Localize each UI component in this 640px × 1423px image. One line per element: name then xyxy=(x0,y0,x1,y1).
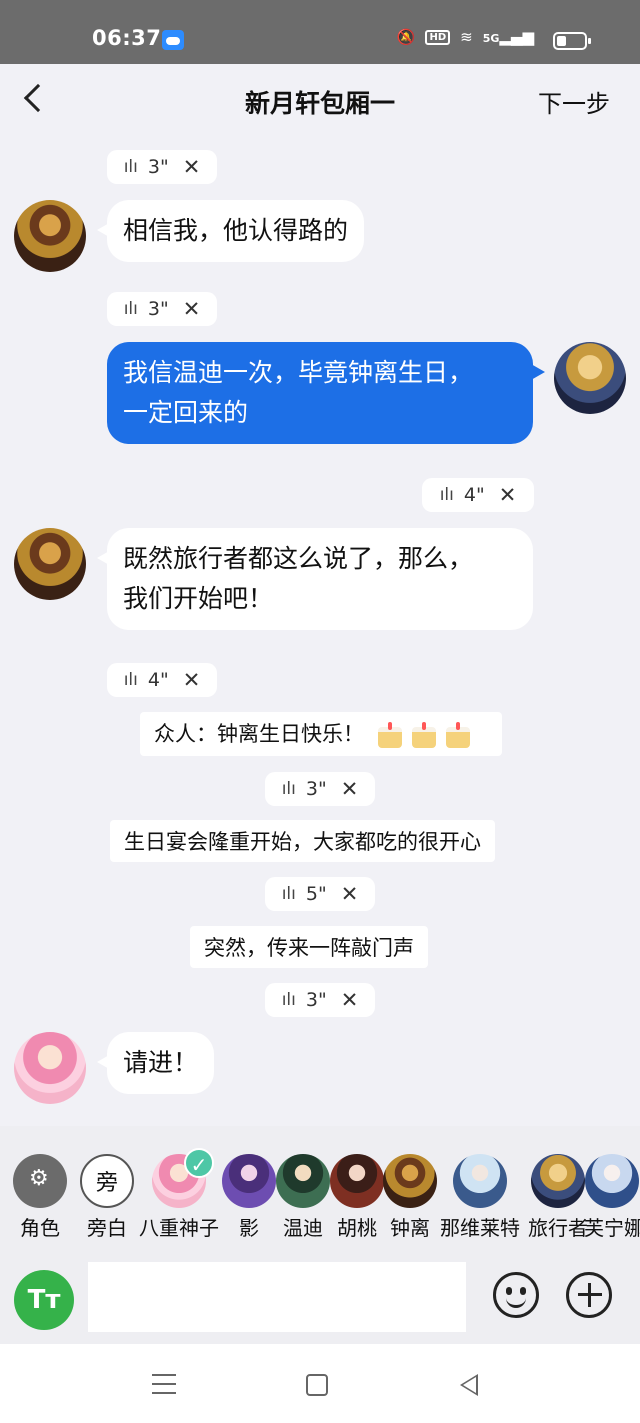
top-navbar: 新月轩包厢一 下一步 xyxy=(0,64,640,134)
next-step-button[interactable]: 下一步 xyxy=(538,84,610,119)
audio-duration: 4" xyxy=(147,669,169,691)
audio-pill[interactable]: ılı 4" ✕ xyxy=(107,663,217,697)
character-zhongli[interactable]: 钟离 xyxy=(370,1154,450,1241)
narration-line[interactable]: 生日宴会隆重开始，大家都吃的很开心 xyxy=(110,820,495,862)
audio-duration: 4" xyxy=(463,484,485,506)
plus-icon[interactable] xyxy=(566,1272,612,1318)
character-name: 八重神子 xyxy=(139,1216,219,1240)
text-style-button[interactable]: Tт xyxy=(14,1270,74,1330)
character-narrator[interactable]: 旁 旁白 xyxy=(67,1154,147,1241)
character-furina[interactable]: 芙宁娜 xyxy=(584,1154,640,1241)
status-time: 06:37 xyxy=(92,26,162,50)
avatar[interactable] xyxy=(14,200,86,272)
character-selector: 角色 旁 旁白 ✓ 八重神子 影 温迪 胡桃 钟离 那维莱特 旅行者 芙宁娜 xyxy=(0,1126,640,1250)
narration-line[interactable]: 众人：钟离生日快乐！ xyxy=(140,712,502,756)
character-yae[interactable]: ✓ 八重神子 xyxy=(139,1148,219,1241)
narration-text: 众人：钟离生日快乐！ xyxy=(154,722,364,746)
hd-badge: HD xyxy=(425,29,451,45)
cake-icon xyxy=(375,720,405,750)
close-icon[interactable]: ✕ xyxy=(183,297,201,321)
audio-duration: 3" xyxy=(147,156,169,178)
close-icon[interactable]: ✕ xyxy=(183,668,201,692)
character-avatar xyxy=(585,1154,639,1208)
signal-icon: 5G▂▄▆ xyxy=(482,28,534,46)
message-bubble[interactable]: 请进！ xyxy=(96,1032,215,1094)
audio-wave-icon: ılı xyxy=(281,779,296,799)
audio-wave-icon: ılı xyxy=(123,157,138,177)
audio-wave-icon: ılı xyxy=(123,299,138,319)
menu-icon[interactable] xyxy=(152,1374,176,1394)
character-name: 那维莱特 xyxy=(440,1216,520,1240)
character-avatar: ✓ xyxy=(152,1148,214,1208)
audio-duration: 3" xyxy=(305,989,327,1011)
audio-pill[interactable]: ılı 4" ✕ xyxy=(422,478,534,512)
audio-wave-icon: ılı xyxy=(123,670,138,690)
message-line: 一定回来的 xyxy=(123,398,249,427)
audio-pill[interactable]: ılı 5" ✕ xyxy=(265,877,375,911)
cake-icon xyxy=(409,720,439,750)
audio-wave-icon: ılı xyxy=(281,990,296,1010)
audio-pill[interactable]: ılı 3" ✕ xyxy=(265,772,375,806)
close-icon[interactable]: ✕ xyxy=(341,988,359,1012)
audio-wave-icon: ılı xyxy=(281,884,296,904)
role-settings-icon xyxy=(13,1154,67,1208)
cake-icon xyxy=(443,720,473,750)
narrator-icon: 旁 xyxy=(80,1154,134,1208)
character-avatar xyxy=(383,1154,437,1208)
audio-wave-icon: ılı xyxy=(439,485,454,505)
message-bubble[interactable]: 我信温迪一次，毕竟钟离生日， 一定回来的 xyxy=(107,342,545,444)
emoji-icon[interactable] xyxy=(493,1272,539,1318)
close-icon[interactable]: ✕ xyxy=(341,882,359,906)
message-line: 我们开始吧！ xyxy=(123,584,274,613)
close-icon[interactable]: ✕ xyxy=(183,155,201,179)
battery-icon xyxy=(553,32,591,50)
close-icon[interactable]: ✕ xyxy=(499,483,517,507)
narration-line[interactable]: 突然，传来一阵敲门声 xyxy=(190,926,428,968)
system-navigation xyxy=(0,1344,640,1423)
close-icon[interactable]: ✕ xyxy=(341,777,359,801)
character-avatar xyxy=(453,1154,507,1208)
avatar[interactable] xyxy=(14,1032,86,1104)
avatar[interactable] xyxy=(554,342,626,414)
message-line: 我信温迪一次，毕竟钟离生日， xyxy=(123,358,474,387)
audio-pill[interactable]: ılı 3" ✕ xyxy=(107,292,217,326)
wifi-icon: ≋ xyxy=(460,28,473,46)
mute-icon: 🔕 xyxy=(396,28,416,46)
character-neuvillette[interactable]: 那维莱特 xyxy=(440,1154,520,1241)
character-avatar xyxy=(531,1154,585,1208)
character-name: 旁白 xyxy=(87,1216,127,1240)
audio-duration: 3" xyxy=(147,298,169,320)
input-bar: Tт xyxy=(0,1250,640,1344)
message-bubble[interactable]: 既然旅行者都这么说了，那么， 我们开始吧！ xyxy=(97,528,533,630)
audio-duration: 3" xyxy=(305,778,327,800)
message-bubble[interactable]: 相信我，他认得路的 xyxy=(96,200,365,262)
character-name: 芙宁娜 xyxy=(584,1216,640,1240)
status-bar: 06:37 🔕 HD ≋ 5G▂▄▆ xyxy=(0,0,640,64)
audio-pill[interactable]: ılı 3" ✕ xyxy=(107,150,217,184)
audio-duration: 5" xyxy=(305,883,327,905)
avatar[interactable] xyxy=(14,528,86,600)
home-icon[interactable] xyxy=(306,1374,328,1396)
message-input[interactable] xyxy=(88,1262,466,1332)
message-line: 既然旅行者都这么说了，那么， xyxy=(123,544,474,573)
chat-area[interactable]: ılı 3" ✕ 相信我，他认得路的 ılı 3" ✕ 我信温迪一次，毕竟钟离生… xyxy=(0,134,640,1126)
character-name: 钟离 xyxy=(390,1216,430,1240)
back-triangle-icon[interactable] xyxy=(460,1374,478,1396)
network-label: 5G xyxy=(482,32,500,45)
weather-icon xyxy=(162,30,184,50)
audio-pill[interactable]: ılı 3" ✕ xyxy=(265,983,375,1017)
